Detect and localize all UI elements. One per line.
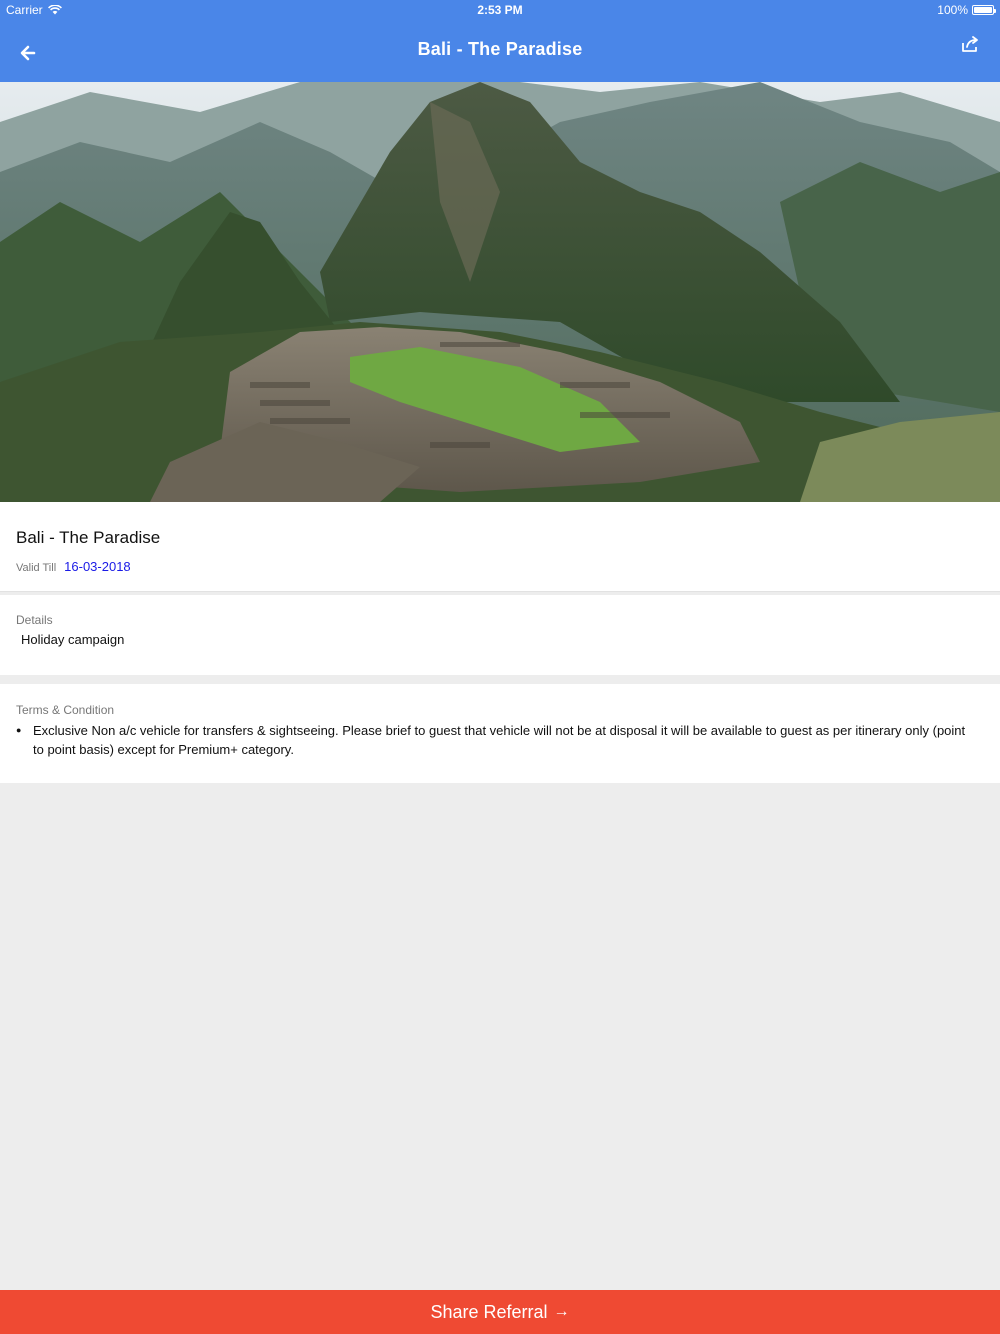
terms-label: Terms & Condition	[16, 703, 115, 717]
page-title: Bali - The Paradise	[417, 39, 583, 59]
valid-till-date: 16-03-2018	[64, 559, 131, 574]
offer-title: Bali - The Paradise	[16, 528, 161, 547]
battery-indicator: 100%	[937, 3, 996, 17]
details-text: Holiday campaign	[21, 632, 125, 647]
status-time: 2:53 PM	[477, 3, 523, 17]
details-label: Details	[16, 613, 53, 627]
valid-till-label: Valid Till	[16, 562, 57, 574]
status-bar: Carrier 2:53 PM 100%	[0, 0, 1000, 20]
hero-image	[0, 82, 1000, 502]
share-button[interactable]	[958, 34, 982, 56]
offer-summary-card: Bali - The Paradise Valid Till 16-03-201…	[0, 502, 1000, 592]
mountain-landscape-image	[0, 82, 1000, 502]
validity-row: Valid Till 16-03-2018	[16, 559, 131, 574]
terms-item: Exclusive Non a/c vehicle for transfers …	[16, 721, 978, 759]
share-referral-button[interactable]: Share Referral →	[0, 1290, 1000, 1334]
battery-percent: 100%	[937, 3, 968, 17]
navigation-bar: Bali - The Paradise	[0, 20, 1000, 82]
share-icon	[962, 36, 978, 52]
terms-list: Exclusive Non a/c vehicle for transfers …	[16, 721, 978, 759]
terms-card: Terms & Condition Exclusive Non a/c vehi…	[0, 684, 1000, 783]
details-card: Details Holiday campaign	[0, 595, 1000, 675]
battery-icon	[972, 5, 996, 15]
arrow-right-icon: →	[553, 1303, 570, 1320]
share-referral-label: Share Referral	[430, 1301, 548, 1322]
